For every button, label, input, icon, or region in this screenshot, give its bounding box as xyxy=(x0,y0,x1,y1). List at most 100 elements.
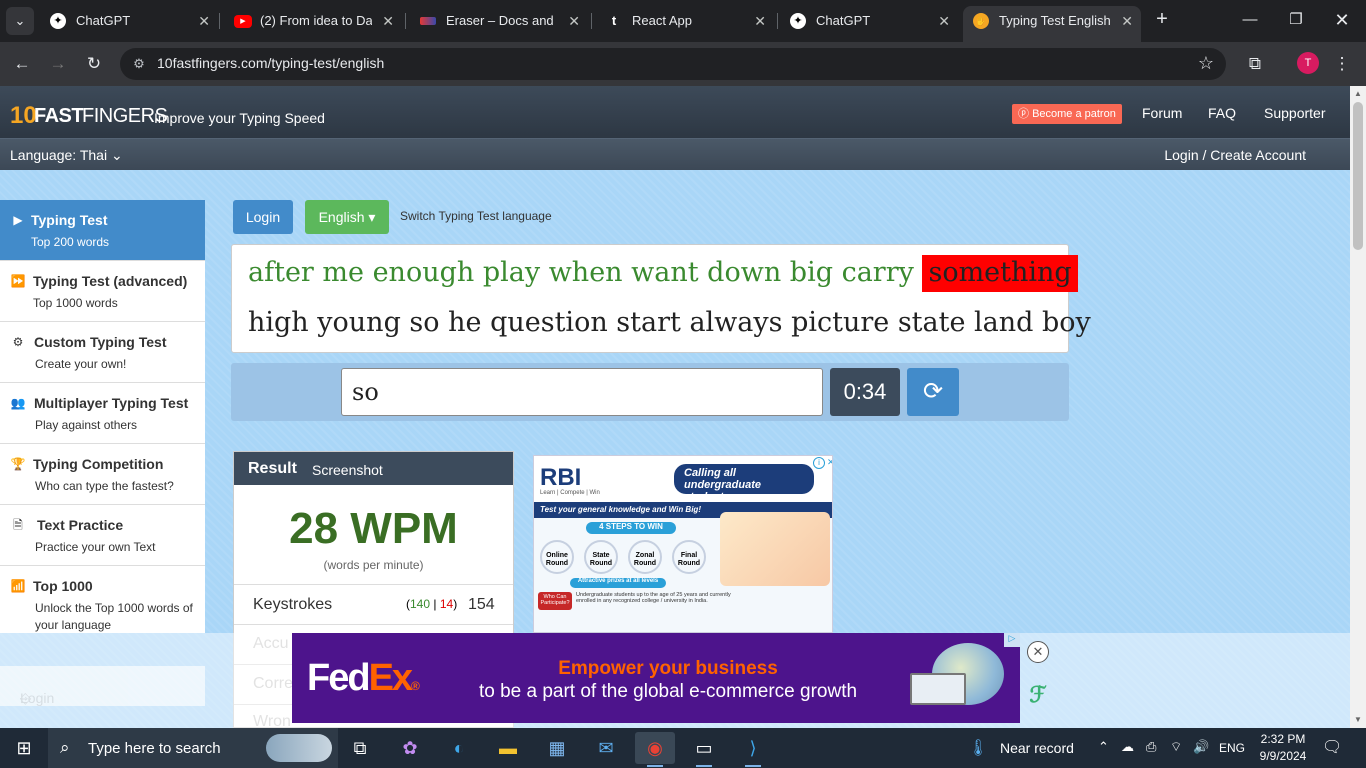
sidebar-item-title: Text Practice xyxy=(37,517,124,533)
close-icon[interactable]: ✕ xyxy=(568,6,580,36)
ad-close-icon[interactable]: ✕ xyxy=(827,457,832,469)
nav-faq-link[interactable]: FAQ xyxy=(1208,105,1236,121)
current-word-highlight: something xyxy=(922,255,1078,292)
sidebar-item-typing-competition[interactable]: 🏆 Typing Competition Who can type the fa… xyxy=(0,444,205,505)
volume-icon[interactable]: 🔊 xyxy=(1193,739,1209,755)
screenshot-tab[interactable]: Screenshot xyxy=(312,462,383,478)
tab-youtube[interactable]: ▶ (2) From idea to Data ✕ xyxy=(224,6,402,36)
scroll-down-icon[interactable]: ▼ xyxy=(1350,712,1366,728)
weather-text[interactable]: Near record xyxy=(1000,740,1074,756)
adchoices-icon[interactable]: i xyxy=(813,457,825,469)
profile-avatar[interactable]: T xyxy=(1297,52,1319,74)
onedrive-icon[interactable]: ☁ xyxy=(1121,739,1134,755)
tab-search-icon[interactable]: ⌄ xyxy=(6,7,34,35)
sidebar-item-multiplayer[interactable]: 👥 Multiplayer Typing Test Play against o… xyxy=(0,383,205,444)
back-icon[interactable]: ← xyxy=(10,52,34,76)
sidebar-item-text-practice[interactable]: 🗎 Text Practice Practice your own Text xyxy=(0,505,205,566)
scroll-thumb[interactable] xyxy=(1353,102,1363,250)
page-scrollbar[interactable]: ▲ ▼ xyxy=(1350,86,1366,728)
sidebar-item-typing-test-advanced[interactable]: ⏩ Typing Test (advanced) Top 1000 words xyxy=(0,261,205,322)
bookmark-star-icon[interactable]: ☆ xyxy=(1198,53,1214,74)
windows-start-icon[interactable]: ⊞ xyxy=(0,728,48,768)
restore-icon[interactable]: ❐ xyxy=(1273,6,1319,34)
thermometer-icon[interactable]: 🌡 xyxy=(968,738,988,758)
fedex-logo-fed: Fed xyxy=(307,657,371,699)
copilot-icon[interactable]: ✿ xyxy=(390,732,430,764)
nav-forum-link[interactable]: Forum xyxy=(1142,105,1182,121)
ad-steps: 4 STEPS TO WIN xyxy=(586,522,676,534)
switch-language-text: Switch Typing Test language xyxy=(400,209,552,223)
sidebar-item-typing-test[interactable]: ▶ Typing Test Top 200 words xyxy=(0,200,205,261)
close-icon[interactable]: ✕ xyxy=(198,6,210,36)
tab-label: Typing Test English - xyxy=(999,13,1111,28)
sidebar-item-custom-typing-test[interactable]: ⚙ Custom Typing Test Create your own! xyxy=(0,322,205,383)
taskbar-search[interactable]: ⌕ Type here to search xyxy=(48,728,338,768)
login-button[interactable]: Login xyxy=(233,200,293,234)
language-dropdown-button[interactable]: English ▾ xyxy=(305,200,389,234)
tab-react-app[interactable]: t React App ✕ xyxy=(596,6,774,36)
microsoft-store-icon[interactable]: ▦ xyxy=(537,732,577,764)
search-highlight-image xyxy=(266,734,332,762)
close-icon[interactable]: ✕ xyxy=(1121,6,1133,36)
new-tab-icon[interactable]: + xyxy=(1150,8,1174,32)
clock[interactable]: 2:32 PM 9/9/2024 xyxy=(1258,731,1308,765)
close-icon[interactable]: ✕ xyxy=(382,6,394,36)
mail-icon[interactable]: ✉ xyxy=(586,732,626,764)
tray-chevron-icon[interactable]: ⌃ xyxy=(1098,739,1109,755)
tab-typing-test[interactable]: ✋ Typing Test English - ✕ xyxy=(963,6,1141,42)
tab-chatgpt-1[interactable]: ✦ ChatGPT ✕ xyxy=(40,6,218,36)
task-view-icon[interactable]: ⧉ xyxy=(340,732,380,764)
sidebar-item-subtitle: Top 1000 words xyxy=(33,296,118,310)
login-create-account-link[interactable]: Login / Create Account xyxy=(1164,147,1306,163)
ad-prizes: Attractive prizes at all levels xyxy=(570,578,666,588)
result-tab[interactable]: Result xyxy=(248,460,297,478)
patreon-icon: ⓟ xyxy=(1018,108,1033,120)
tab-label: (2) From idea to Data xyxy=(260,13,372,28)
words-display: after me enough play when want down big … xyxy=(231,244,1091,353)
close-icon[interactable]: ✕ xyxy=(754,6,766,36)
typing-input[interactable] xyxy=(341,368,823,416)
notifications-icon[interactable]: 🗨 xyxy=(1322,737,1342,757)
signal-icon: 📶 xyxy=(10,579,26,593)
vscode-icon[interactable]: ⟩ xyxy=(733,732,773,767)
site-info-icon[interactable]: ⚙ xyxy=(130,55,148,73)
tab-chatgpt-2[interactable]: ✦ ChatGPT ✕ xyxy=(780,6,958,36)
extensions-icon[interactable]: ⧉ xyxy=(1243,52,1267,76)
edge-icon[interactable]: ◐ xyxy=(439,732,479,764)
fedex-banner-ad[interactable]: Empower your business to be a part of th… xyxy=(292,633,1020,723)
minimize-icon[interactable]: — xyxy=(1227,6,1273,34)
ad-who: Who Can Participate? xyxy=(538,592,572,610)
language-selector[interactable]: Language: Thai ⌄ xyxy=(10,147,123,164)
ad-round: State Round xyxy=(584,540,618,574)
adchoices-icon[interactable]: ▷ xyxy=(1004,633,1020,647)
chrome-icon[interactable]: ◉ xyxy=(635,732,675,767)
sidebar-item-top-1000[interactable]: 📶 Top 1000 Unlock the Top 1000 words of … xyxy=(0,566,205,633)
sidebar-item-title: Typing Test (advanced) xyxy=(33,273,188,289)
close-ad-icon[interactable]: ✕ xyxy=(1027,641,1049,663)
meet-now-icon[interactable]: ⎙ xyxy=(1146,739,1156,755)
nav-supporter-link[interactable]: Supporter xyxy=(1264,105,1325,121)
wifi-icon[interactable]: ⌔ xyxy=(1170,739,1182,755)
become-patron-button[interactable]: ⓟ Become a patron xyxy=(1012,104,1122,124)
freestar-icon[interactable]: ℱ xyxy=(1027,684,1049,706)
url-text[interactable]: 10fastfingers.com/typing-test/english xyxy=(157,55,384,71)
forward-icon[interactable]: → xyxy=(46,52,70,76)
language-bar: Language: Thai ⌄ Login / Create Account xyxy=(0,138,1350,170)
tab-eraser[interactable]: Eraser – Docs and Dia ✕ xyxy=(410,6,588,36)
window-close-icon[interactable]: ✕ xyxy=(1319,6,1365,34)
input-language[interactable]: ENG xyxy=(1219,741,1245,755)
terminal-icon[interactable]: ▭ xyxy=(684,732,724,767)
rbi-quiz-ad[interactable]: RBI Learn | Compete | Win Calling all un… xyxy=(533,455,833,633)
close-icon[interactable]: ✕ xyxy=(938,6,950,36)
reload-icon[interactable]: ↻ xyxy=(82,52,106,76)
scroll-up-icon[interactable]: ▲ xyxy=(1350,86,1366,102)
sidebar-item-subtitle: Practice your own Text xyxy=(35,540,156,554)
address-bar[interactable]: ⚙ 10fastfingers.com/typing-test/english … xyxy=(120,48,1226,80)
sidebar-item-title: Custom Typing Test xyxy=(34,334,167,350)
restart-button[interactable]: ⟳ xyxy=(907,368,959,416)
react-t-icon: t xyxy=(611,13,617,28)
file-explorer-icon[interactable]: ▬ xyxy=(488,732,528,764)
10fastfingers-icon: ✋ xyxy=(973,13,989,29)
chrome-menu-icon[interactable]: ⋮ xyxy=(1330,52,1354,76)
chatgpt-icon: ✦ xyxy=(50,13,66,29)
